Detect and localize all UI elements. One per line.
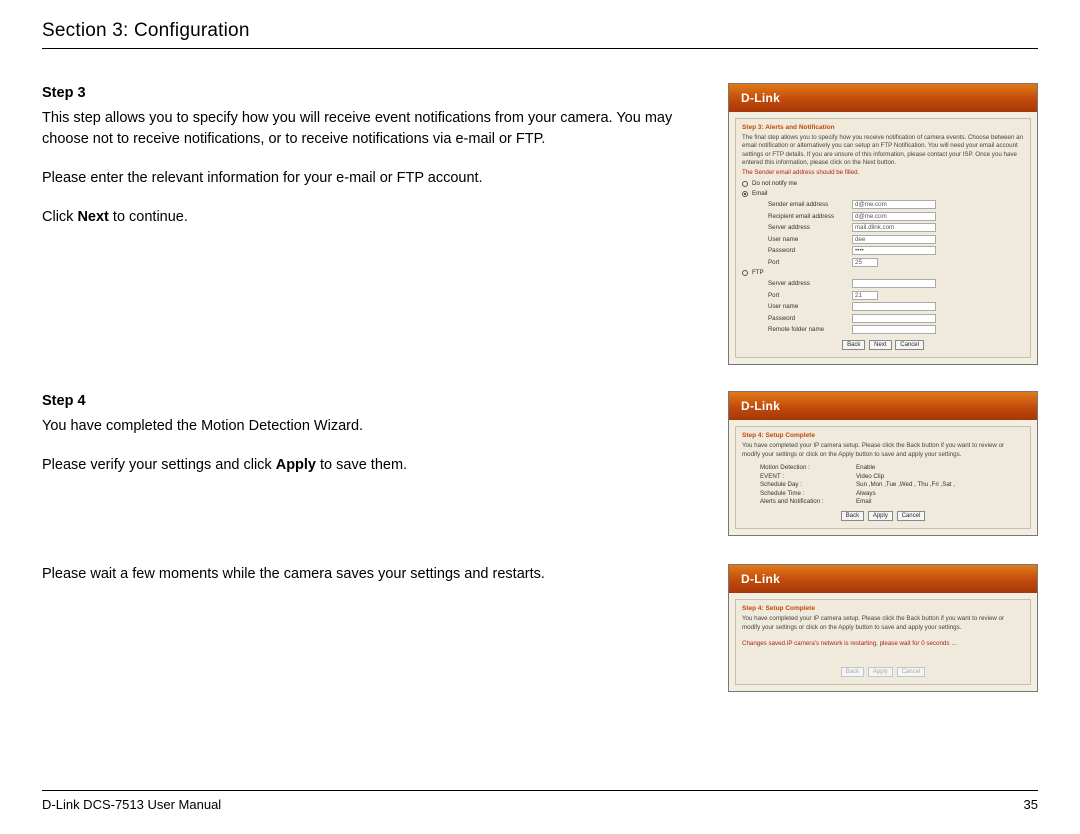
summary-key: EVENT :	[760, 473, 848, 480]
step3-p2: Please enter the relevant information fo…	[42, 168, 710, 189]
brand-bar: D-Link	[729, 392, 1037, 420]
back-button[interactable]: Back	[842, 340, 865, 350]
email-group: Sender email address d@me.com Recipient e…	[750, 200, 1024, 267]
ftp-user-input[interactable]	[852, 302, 936, 311]
apply-button: Apply	[868, 667, 893, 677]
field-label: Server address	[768, 224, 846, 231]
radio-icon	[742, 270, 748, 276]
ftp-group: Server address Port 21 User name Password…	[750, 279, 1024, 334]
step3-panel: Step 3: Alerts and Notification The fina…	[735, 118, 1031, 358]
summary-key: Schedule Time :	[760, 490, 848, 497]
page-footer: D-Link DCS-7513 User Manual 35	[42, 790, 1038, 812]
brand-bar: D-Link	[729, 565, 1037, 593]
restart-message: Changes saved.IP camera's network is res…	[742, 640, 1024, 647]
restart-block: Please wait a few moments while the came…	[42, 564, 1038, 692]
step4-p2: Please verify your settings and click Ap…	[42, 455, 710, 476]
field-label: Password	[768, 315, 846, 322]
radio-icon	[742, 181, 748, 187]
step4-screenshot: D-Link Step 4: Setup Complete You have c…	[728, 391, 1038, 536]
panel-warning: The Sender email address should be fille…	[742, 169, 1024, 176]
summary-value: Always	[856, 490, 876, 497]
section-header: Section 3: Configuration	[42, 20, 1038, 49]
field-label: Port	[768, 259, 846, 266]
summary-value: Email	[856, 498, 871, 505]
ftp-server-input[interactable]	[852, 279, 936, 288]
field-label: Password	[768, 247, 846, 254]
panel-intro: You have completed your IP camera setup.…	[742, 442, 1024, 459]
brand-logo: D-Link	[741, 572, 780, 586]
summary-key: Schedule Day :	[760, 481, 848, 488]
cancel-button: Cancel	[897, 667, 926, 677]
panel-title: Step 3: Alerts and Notification	[742, 124, 1024, 131]
step3-p3: Click Next to continue.	[42, 207, 710, 228]
panel-intro: You have completed your IP camera setup.…	[742, 615, 1024, 632]
step4-p1: You have completed the Motion Detection …	[42, 416, 710, 437]
next-button[interactable]: Next	[869, 340, 891, 350]
footer-right: 35	[1024, 797, 1038, 812]
step3-p1: This step allows you to specify how you …	[42, 108, 710, 150]
field-label: Remote folder name	[768, 326, 846, 333]
email-server-input[interactable]: mail.dlink.com	[852, 223, 936, 232]
step4-panel: Step 4: Setup Complete You have complete…	[735, 426, 1031, 529]
field-label: Sender email address	[768, 201, 846, 208]
restart-screenshot: D-Link Step 4: Setup Complete You have c…	[728, 564, 1038, 692]
ftp-password-input[interactable]	[852, 314, 936, 323]
restart-text: Please wait a few moments while the came…	[42, 564, 710, 692]
brand-logo: D-Link	[741, 399, 780, 413]
summary-key: Motion Detection :	[760, 464, 848, 471]
back-button[interactable]: Back	[841, 511, 864, 521]
cancel-button[interactable]: Cancel	[895, 340, 924, 350]
ftp-port-input[interactable]: 21	[852, 291, 878, 300]
email-user-input[interactable]: dee	[852, 235, 936, 244]
brand-logo: D-Link	[741, 91, 780, 105]
field-label: Server address	[768, 280, 846, 287]
email-port-input[interactable]: 25	[852, 258, 878, 267]
opt-email[interactable]: Email	[742, 190, 1024, 197]
button-row: Back Next Cancel	[742, 340, 1024, 350]
restart-panel: Step 4: Setup Complete You have complete…	[735, 599, 1031, 685]
sender-email-input[interactable]: d@me.com	[852, 200, 936, 209]
field-label: Recipient email address	[768, 213, 846, 220]
field-label: User name	[768, 303, 846, 310]
panel-intro: The final step allows you to specify how…	[742, 134, 1024, 167]
step3-label: Step 3	[42, 85, 86, 101]
brand-bar: D-Link	[729, 84, 1037, 112]
step4-label: Step 4	[42, 393, 86, 409]
recipient-email-input[interactable]: d@me.com	[852, 212, 936, 221]
summary-value: Enable	[856, 464, 875, 471]
restart-p1: Please wait a few moments while the came…	[42, 564, 710, 585]
manual-page: Section 3: Configuration Step 3 This ste…	[0, 0, 1080, 834]
cancel-button[interactable]: Cancel	[897, 511, 926, 521]
opt-none[interactable]: Do not notify me	[742, 180, 1024, 187]
radio-icon	[742, 191, 748, 197]
opt-ftp[interactable]: FTP	[742, 269, 1024, 276]
step4-block: Step 4 You have completed the Motion Det…	[42, 391, 1038, 536]
field-label: Port	[768, 292, 846, 299]
button-row: Back Apply Cancel	[742, 511, 1024, 521]
summary-value: Video Clip	[856, 473, 884, 480]
footer-left: D-Link DCS-7513 User Manual	[42, 797, 221, 812]
step3-block: Step 3 This step allows you to specify h…	[42, 83, 1038, 365]
panel-title: Step 4: Setup Complete	[742, 605, 1024, 612]
step3-screenshot: D-Link Step 3: Alerts and Notification T…	[728, 83, 1038, 365]
button-row: Back Apply Cancel	[742, 667, 1024, 677]
summary-value: Sun ,Mon ,Tue ,Wed , Thu ,Fri ,Sat ,	[856, 481, 955, 488]
ftp-folder-input[interactable]	[852, 325, 936, 334]
step3-text: Step 3 This step allows you to specify h…	[42, 83, 710, 365]
step4-text: Step 4 You have completed the Motion Det…	[42, 391, 710, 536]
summary-key: Alerts and Notification :	[760, 498, 848, 505]
email-password-input[interactable]: ••••	[852, 246, 936, 255]
apply-button[interactable]: Apply	[868, 511, 893, 521]
field-label: User name	[768, 236, 846, 243]
back-button: Back	[841, 667, 864, 677]
panel-title: Step 4: Setup Complete	[742, 432, 1024, 439]
